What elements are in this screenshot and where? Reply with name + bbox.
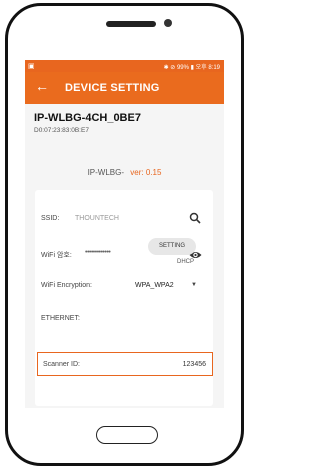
wifi-password-input[interactable]: ••••••••••••• <box>85 249 111 256</box>
scanner-id-value[interactable]: 123456 <box>183 361 206 368</box>
ssid-label: SSID: <box>41 215 60 222</box>
device-name: IP-WLBG-4CH_0BE7 <box>34 112 141 124</box>
model-name: IP-WLBG- <box>87 168 125 177</box>
encryption-select[interactable]: WPA_WPA2 <box>135 282 174 289</box>
ssid-input[interactable]: THOUNTECH <box>75 215 119 222</box>
status-bar-right: ✱ ⊘ 99% ▮ 오후 8:19 <box>163 65 220 71</box>
version-row: IP-WLBG- ver: 0.15 <box>25 168 224 177</box>
ethernet-label: ETHERNET: <box>41 315 80 322</box>
chevron-down-icon[interactable]: ▼ <box>191 282 197 288</box>
scanner-id-label: Scanner ID: <box>43 361 80 368</box>
page-title: DEVICE SETTING <box>65 82 160 94</box>
status-bar: ▣ ✱ ⊘ 99% ▮ 오후 8:19 <box>25 60 224 72</box>
device-mac: D0:07:23:83:0B:E7 <box>34 127 89 134</box>
dhcp-label: DHCP <box>177 259 195 265</box>
arrow-left-icon[interactable]: ← <box>35 78 49 94</box>
search-icon[interactable] <box>189 211 201 229</box>
wifi-password-label: WiFi 암호: <box>41 252 72 259</box>
encryption-label: WiFi Encryption: <box>41 282 92 289</box>
image-icon: ▣ <box>28 63 35 70</box>
home-button[interactable] <box>96 426 158 444</box>
screen: ▣ ✱ ⊘ 99% ▮ 오후 8:19 ← DEVICE SETTING IP-… <box>25 60 224 408</box>
earpiece <box>106 21 156 27</box>
camera <box>164 19 172 27</box>
firmware-version: ver: 0.15 <box>130 168 162 177</box>
app-bar: ← DEVICE SETTING <box>25 72 224 104</box>
scanner-id-field[interactable]: Scanner ID: 123456 <box>37 352 213 376</box>
setting-button[interactable]: SETTING <box>148 238 196 255</box>
